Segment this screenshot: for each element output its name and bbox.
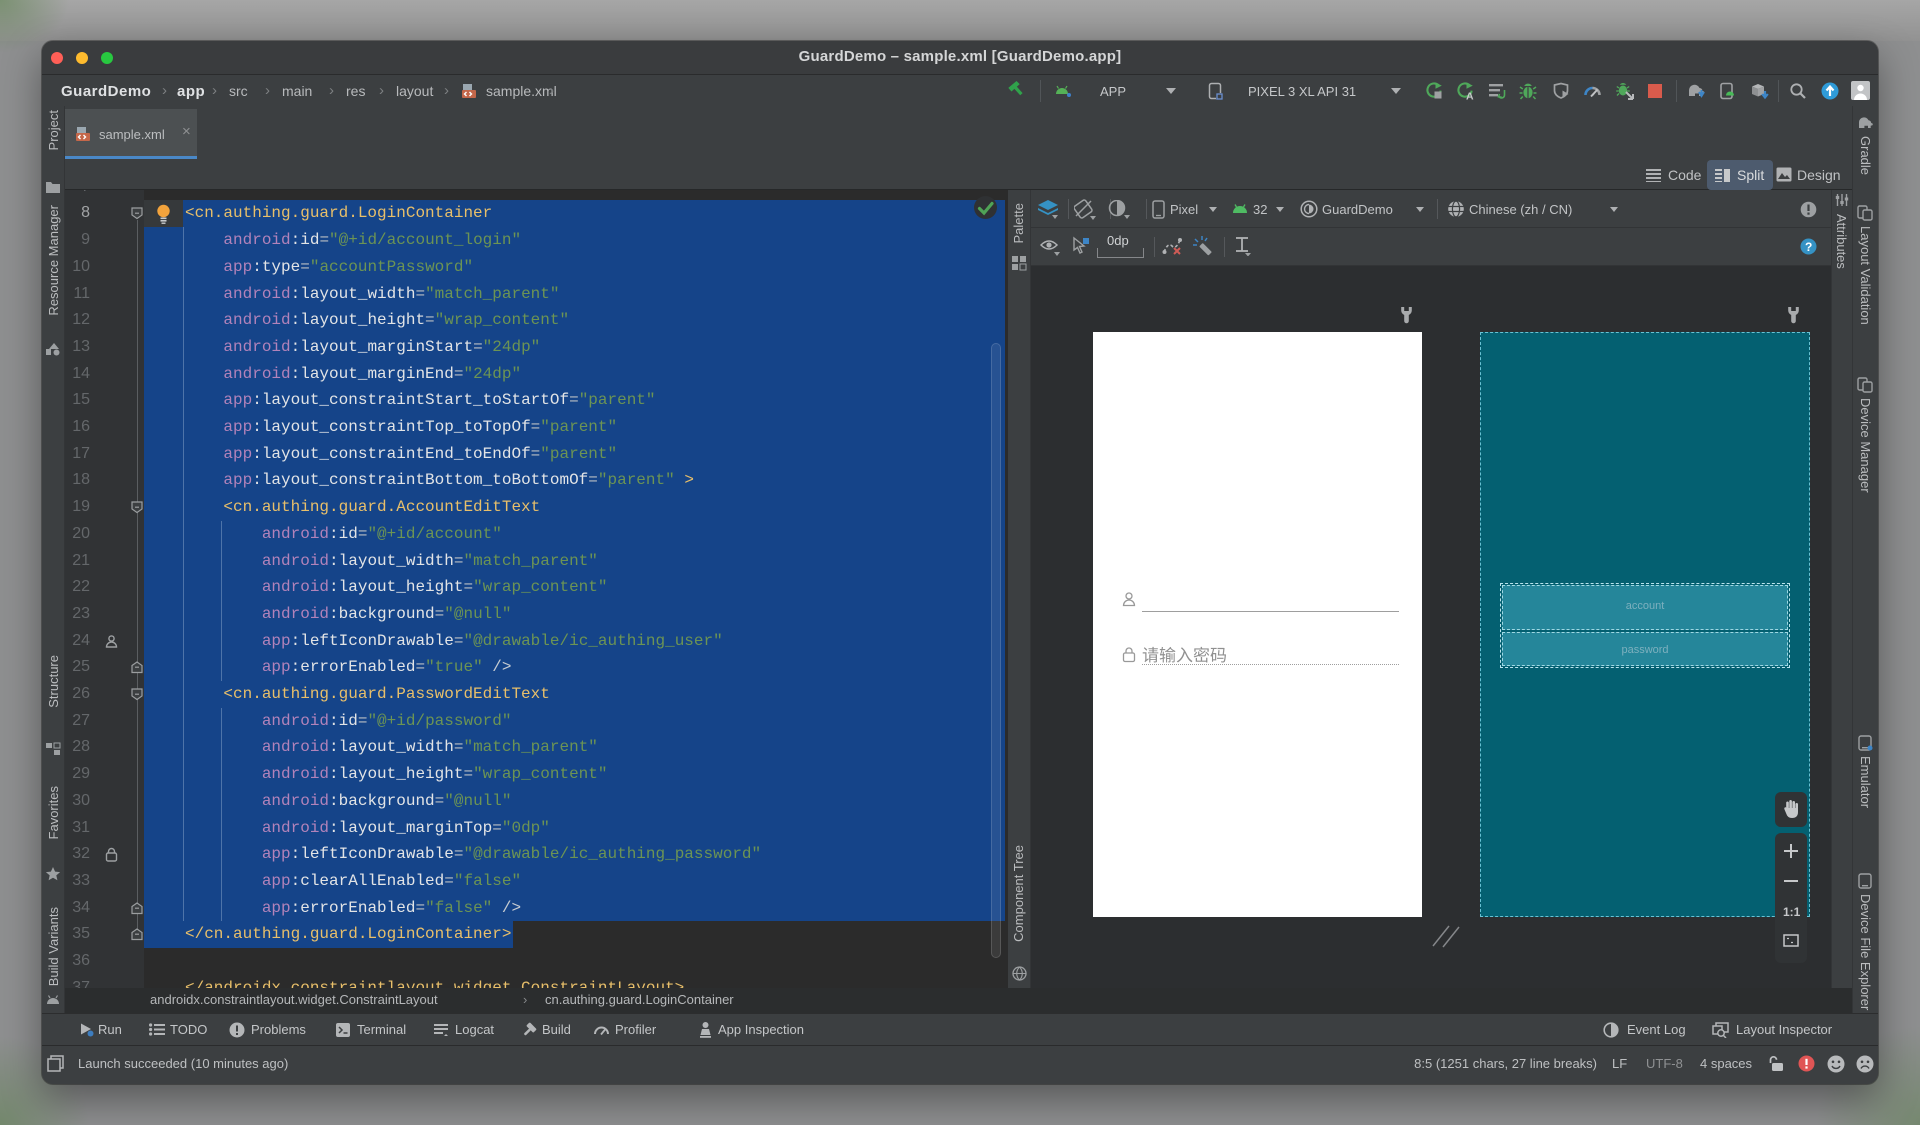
svg-text:A: A	[1466, 91, 1474, 101]
svg-text:?: ?	[1805, 240, 1812, 254]
svg-text:1:1: 1:1	[1783, 905, 1800, 919]
